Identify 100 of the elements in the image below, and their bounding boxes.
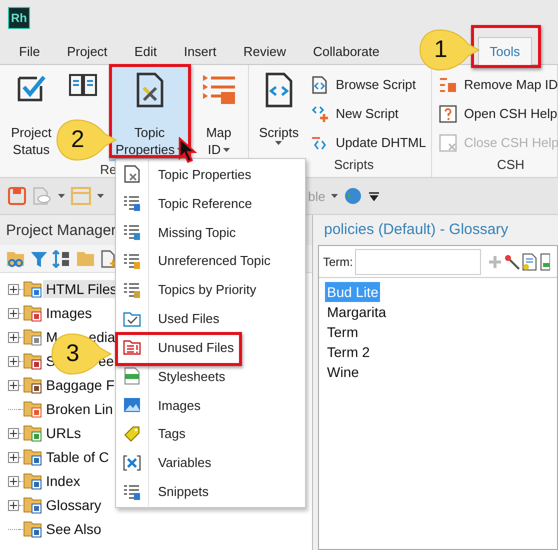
ribbon-button[interactable]: New Script	[308, 100, 428, 127]
image-icon	[123, 396, 141, 414]
expand-icon[interactable]	[8, 428, 19, 438]
globe-help-icon[interactable]	[344, 187, 362, 205]
menu-item[interactable]: Unused Files	[149, 340, 234, 355]
overflow-icon[interactable]	[368, 190, 380, 202]
list-icon	[123, 194, 141, 212]
cursor-icon	[178, 137, 198, 164]
help-close-icon	[439, 134, 457, 152]
ribbon-button[interactable]: Open CSH Help	[437, 100, 558, 127]
glossary-term[interactable]: Wine	[325, 362, 361, 382]
wand-icon[interactable]	[504, 254, 520, 270]
list-id-icon	[200, 72, 237, 106]
stylesheet-icon	[123, 367, 141, 386]
ribbon-button[interactable]: Scripts	[254, 65, 304, 156]
checked-file-icon	[123, 310, 141, 328]
expand-icon[interactable]	[8, 452, 19, 462]
menu-tab[interactable]: Collaborate	[300, 37, 392, 65]
menu-item[interactable]: Topics by Priority	[149, 282, 256, 298]
folder-icon	[23, 424, 43, 442]
pane-title: Project Manager	[6, 222, 116, 238]
group-label: Scripts	[334, 157, 374, 172]
step-callout-tooltip: 1	[418, 28, 480, 72]
folder-icon	[23, 520, 43, 538]
expand-icon[interactable]	[8, 380, 19, 390]
new-file-icon[interactable]	[100, 250, 118, 268]
expand-icon[interactable]	[8, 500, 19, 510]
tree-item[interactable]: Baggage F	[43, 376, 118, 394]
glossary-term[interactable]: Term 2	[325, 342, 372, 362]
toolbar-label: ble	[308, 188, 326, 204]
file-warning-icon	[123, 338, 141, 356]
app-logo: Rh	[8, 6, 30, 28]
caret-icon	[97, 194, 104, 198]
menu-item[interactable]: Stylesheets	[149, 368, 226, 384]
ribbon-button[interactable]: Remove Map ID	[437, 71, 558, 98]
ribbon-button[interactable]: Update DHTML	[308, 129, 428, 156]
folder-icon	[23, 496, 43, 514]
menu-item[interactable]: Used Files	[149, 311, 220, 326]
tree-item[interactable]: See Also	[43, 520, 104, 538]
save-icon[interactable]	[8, 187, 26, 205]
folder-icon	[23, 448, 43, 466]
menu-item[interactable]: Variables	[149, 455, 212, 470]
list-icon	[123, 280, 141, 299]
group-label: Re	[100, 162, 117, 177]
expand-icon[interactable]	[8, 332, 19, 342]
ribbon-button[interactable]: Map ID	[194, 65, 243, 161]
folder-icon	[23, 304, 43, 322]
tag-icon	[123, 424, 141, 443]
folder-icon	[23, 400, 43, 418]
list-icon	[123, 482, 141, 501]
menu-tab[interactable]: File	[7, 37, 52, 65]
group-label: CSH	[497, 157, 524, 172]
list-icon	[123, 223, 141, 242]
field-label: Term:	[323, 254, 353, 268]
ribbon-button[interactable]: Project Status	[5, 65, 58, 161]
term-field[interactable]	[355, 248, 481, 274]
pane-title: policies (Default) - Glossary	[323, 221, 510, 240]
sort-icon[interactable]	[52, 250, 72, 268]
script-icon	[264, 72, 294, 108]
folder-view-icon[interactable]	[6, 250, 26, 268]
list-icon	[123, 252, 141, 270]
tree-item[interactable]: Glossary	[43, 496, 104, 514]
folder-icon	[23, 472, 43, 490]
menu-tab[interactable]: Edit	[122, 37, 169, 65]
tree-item[interactable]: URLs	[43, 424, 84, 442]
caret-icon	[58, 194, 65, 198]
menu-item[interactable]: Snippets	[149, 484, 209, 500]
folder-icon	[23, 280, 43, 298]
document-tools-icon	[134, 72, 165, 108]
expand-icon[interactable]	[8, 284, 19, 294]
folder-icon	[23, 328, 43, 346]
document-icon	[123, 165, 141, 184]
tree-item[interactable]: Images	[43, 304, 95, 322]
expand-icon[interactable]	[8, 476, 19, 486]
tree-item[interactable]: Index	[43, 472, 84, 490]
glossary-term[interactable]: Term	[325, 322, 360, 342]
menu-item[interactable]: Topic Properties	[149, 166, 252, 182]
menu-tab[interactable]: Insert	[172, 37, 228, 65]
expand-icon[interactable]	[8, 356, 19, 366]
menu-item[interactable]: Topic Reference	[149, 196, 252, 211]
glossary-term[interactable]: Margarita	[325, 302, 388, 322]
menu-item[interactable]: Missing Topic	[149, 224, 236, 240]
menu-item[interactable]: Tags	[149, 426, 186, 442]
script-browse-icon	[310, 76, 329, 94]
tree-item[interactable]: Broken Lin	[43, 400, 116, 418]
new-document-icon[interactable]	[522, 252, 538, 270]
menu-item[interactable]: Images	[149, 398, 201, 413]
menu-tab[interactable]: Review	[231, 37, 298, 65]
tree-item[interactable]: Table of C	[43, 448, 112, 466]
step-callout-tooltip: 2	[55, 118, 117, 162]
variable-icon	[123, 454, 141, 472]
menu-tab[interactable]: Project	[54, 37, 120, 65]
document-icon[interactable]	[540, 252, 550, 270]
filter-icon[interactable]	[30, 250, 48, 268]
menu-tab[interactable]: Tools	[478, 37, 532, 65]
expand-icon[interactable]	[8, 308, 19, 318]
folder-icon	[23, 352, 43, 370]
script-add-icon	[310, 104, 329, 122]
help-icon	[439, 104, 457, 122]
ribbon-button[interactable]: Browse Script	[308, 71, 428, 98]
